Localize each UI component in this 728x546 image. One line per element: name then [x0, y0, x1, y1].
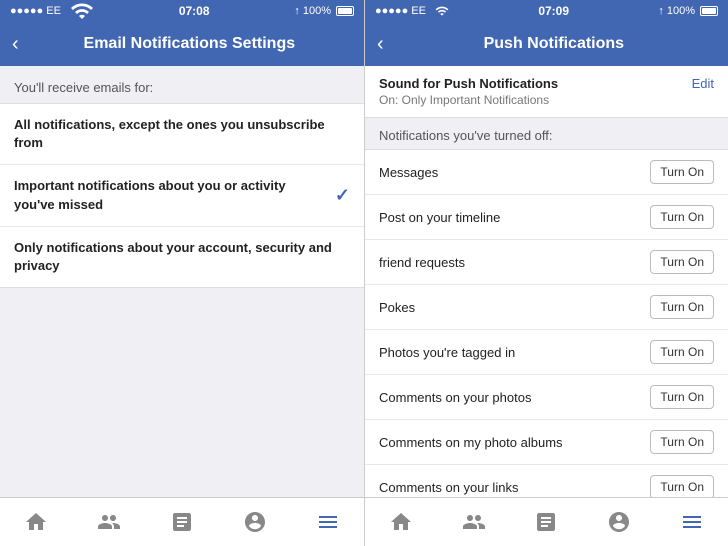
sound-sub: On: Only Important Notifications	[379, 93, 714, 107]
sound-title: Sound for Push Notifications	[379, 76, 558, 91]
notif-label-6: Comments on my photo albums	[379, 435, 563, 450]
option-text-1: Important notifications about you or act…	[14, 177, 335, 213]
tab-notifications[interactable]	[243, 510, 267, 534]
tab-menu[interactable]	[316, 510, 340, 534]
turn-on-btn-6[interactable]: Turn On	[650, 430, 714, 454]
left-battery: ↑ 100%	[294, 5, 354, 17]
right-status-bar: ●●●●● EE 07:09 ↑ 100%	[365, 0, 728, 22]
notif-item-2: friend requests Turn On	[365, 240, 728, 285]
option-item-0[interactable]: All notifications, except the ones you u…	[0, 104, 364, 165]
turn-on-btn-4[interactable]: Turn On	[650, 340, 714, 364]
notif-label-4: Photos you're tagged in	[379, 345, 515, 360]
notif-section-header: Notifications you've turned off:	[365, 118, 728, 149]
option-list: All notifications, except the ones you u…	[0, 103, 364, 288]
option-text-2: Only notifications about your account, s…	[14, 239, 350, 275]
notif-label-2: friend requests	[379, 255, 465, 270]
sound-section: Sound for Push Notifications Edit On: On…	[365, 66, 728, 118]
right-tab-friends[interactable]	[462, 510, 486, 534]
option-item-1[interactable]: Important notifications about you or act…	[0, 165, 364, 226]
notif-item-3: Pokes Turn On	[365, 285, 728, 330]
tab-home[interactable]	[24, 510, 48, 534]
checkmark-icon: ✓	[335, 185, 350, 206]
tab-feed[interactable]	[170, 510, 194, 534]
turn-on-btn-5[interactable]: Turn On	[650, 385, 714, 409]
notif-label-0: Messages	[379, 165, 438, 180]
notif-item-6: Comments on my photo albums Turn On	[365, 420, 728, 465]
notif-label-5: Comments on your photos	[379, 390, 531, 405]
right-tab-home[interactable]	[389, 510, 413, 534]
notif-item-7: Comments on your links Turn On	[365, 465, 728, 497]
right-tab-bar	[365, 497, 728, 546]
right-nav-bar: ‹ Push Notifications	[365, 22, 728, 66]
left-carrier: ●●●●● EE	[10, 0, 94, 23]
notif-label-7: Comments on your links	[379, 480, 518, 495]
notif-item-5: Comments on your photos Turn On	[365, 375, 728, 420]
right-time: 07:09	[538, 4, 569, 18]
left-back-button[interactable]: ‹	[12, 33, 19, 56]
notif-list: Messages Turn On Post on your timeline T…	[365, 149, 728, 497]
left-body: You'll receive emails for: All notificat…	[0, 66, 364, 497]
tab-friends[interactable]	[97, 510, 121, 534]
edit-link[interactable]: Edit	[692, 76, 714, 91]
left-nav-bar: ‹ Email Notifications Settings	[0, 22, 364, 66]
notif-label-1: Post on your timeline	[379, 210, 500, 225]
left-time: 07:08	[179, 4, 210, 18]
right-carrier: ●●●●● EE	[375, 4, 449, 18]
turn-on-btn-2[interactable]: Turn On	[650, 250, 714, 274]
right-tab-menu[interactable]	[680, 510, 704, 534]
right-nav-title: Push Notifications	[392, 35, 716, 53]
turn-on-btn-0[interactable]: Turn On	[650, 160, 714, 184]
right-phone: ●●●●● EE 07:09 ↑ 100% ‹ Push Notificatio…	[364, 0, 728, 546]
left-section-label: You'll receive emails for:	[0, 80, 364, 103]
right-tab-feed[interactable]	[534, 510, 558, 534]
right-battery: ↑ 100%	[658, 5, 718, 17]
right-body: Sound for Push Notifications Edit On: On…	[365, 66, 728, 497]
left-phone: ●●●●● EE 07:08 ↑ 100% ‹ Email Notificati…	[0, 0, 364, 546]
turn-on-btn-1[interactable]: Turn On	[650, 205, 714, 229]
notif-item-4: Photos you're tagged in Turn On	[365, 330, 728, 375]
notif-label-3: Pokes	[379, 300, 415, 315]
option-text-0: All notifications, except the ones you u…	[14, 116, 350, 152]
right-tab-notifications[interactable]	[607, 510, 631, 534]
turn-on-btn-3[interactable]: Turn On	[650, 295, 714, 319]
left-nav-title: Email Notifications Settings	[27, 35, 352, 53]
option-item-2[interactable]: Only notifications about your account, s…	[0, 227, 364, 287]
notif-item-1: Post on your timeline Turn On	[365, 195, 728, 240]
left-tab-bar	[0, 497, 364, 546]
turn-on-btn-7[interactable]: Turn On	[650, 475, 714, 497]
notif-item-0: Messages Turn On	[365, 150, 728, 195]
right-back-button[interactable]: ‹	[377, 33, 384, 56]
left-status-bar: ●●●●● EE 07:08 ↑ 100%	[0, 0, 364, 22]
